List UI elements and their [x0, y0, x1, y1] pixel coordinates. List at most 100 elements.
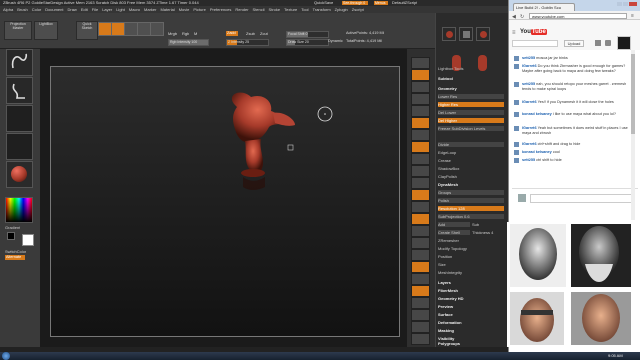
secondary-color-swatch[interactable] — [7, 232, 15, 240]
tray-shadowbox[interactable]: ShadowBox — [438, 166, 504, 171]
menus-button[interactable]: Menus — [374, 1, 388, 5]
rgb-intensity-slider[interactable]: Rgb Intensity 100 — [168, 39, 209, 46]
tray-position[interactable]: Position — [438, 254, 504, 259]
tray-dynamesh[interactable]: DynaMesh — [438, 182, 504, 187]
stroke-thumbnail[interactable] — [6, 77, 33, 104]
tray-clay-polish[interactable]: ClayPolish — [438, 174, 504, 179]
tray-geometry-hd[interactable]: Geometry HD — [438, 296, 504, 301]
tray-size[interactable]: Size — [438, 262, 504, 267]
right-shelf-icon-5[interactable] — [411, 105, 430, 117]
right-shelf-icon-19[interactable] — [411, 273, 430, 285]
tray-create-shell[interactable]: Create Shell — [438, 230, 470, 235]
tray-deformation[interactable]: Deformation — [438, 320, 504, 325]
chat-author[interactable]: sett255 — [522, 56, 535, 60]
switch-color-button[interactable]: SwitchColor — [5, 249, 26, 254]
alpha-thumbnail[interactable] — [6, 105, 33, 132]
tray-surface[interactable]: Surface — [438, 312, 504, 317]
tray-edge-loop[interactable]: EdgeLoop — [438, 150, 504, 155]
menu-texture[interactable]: Texture — [284, 6, 297, 13]
menu-preferences[interactable]: Preferences — [210, 6, 232, 13]
tray-layers[interactable]: Layers — [438, 280, 504, 285]
draw-icon[interactable] — [111, 22, 125, 36]
tool-thumb-4[interactable] — [450, 53, 463, 75]
chat-author[interactable]: IGarret6 — [522, 126, 537, 130]
avatar[interactable] — [617, 36, 631, 50]
right-shelf-icon-14[interactable] — [411, 213, 430, 225]
menu-stencil[interactable]: Stencil — [253, 6, 265, 13]
right-shelf-icon-13[interactable] — [411, 201, 430, 213]
right-shelf-icon-3[interactable] — [411, 81, 430, 93]
tray-lower-res[interactable]: Lower Res — [438, 94, 504, 99]
tool-thumb-3[interactable] — [476, 27, 490, 41]
chat-author[interactable]: konrad kelsaney — [522, 150, 552, 154]
tray-fibermesh[interactable]: FiberMesh — [438, 288, 504, 293]
rotate-icon[interactable] — [150, 22, 164, 36]
guide-menu-icon[interactable]: ≡ — [512, 30, 516, 36]
tray-del-higher[interactable]: Del Higher — [438, 118, 504, 123]
tray-add[interactable]: Add — [438, 222, 470, 227]
chat-author[interactable]: sett255 — [522, 158, 535, 162]
right-shelf-icon-18[interactable] — [411, 261, 430, 273]
tray-polygroups[interactable]: Polygroups — [438, 341, 504, 346]
rgb-toggle[interactable]: Rgb — [182, 31, 189, 36]
mrgb-toggle[interactable]: Mrgb — [168, 31, 177, 36]
right-shelf-icon-10[interactable] — [411, 165, 430, 177]
menu-icon[interactable]: ≡ — [631, 13, 634, 19]
chat-author[interactable]: IGarret6 — [522, 100, 537, 104]
tray-resolution[interactable]: Resolution 128 — [438, 206, 504, 211]
draw-size-slider[interactable]: Draw Size 20 — [286, 39, 329, 46]
menu-file[interactable]: File — [92, 6, 98, 13]
tray-lightbox-tools[interactable]: Lightbox Tools — [438, 66, 504, 71]
zsub-toggle[interactable]: Zsub — [246, 31, 255, 36]
tray-preview[interactable]: Preview — [438, 304, 504, 309]
menu-layer[interactable]: Layer — [102, 6, 112, 13]
tray-freeze-subdiv[interactable]: Freeze SubDivision Levels — [438, 126, 504, 131]
youtube-search-input[interactable] — [512, 40, 558, 47]
right-shelf-icon-6[interactable] — [411, 117, 430, 129]
menu-tool[interactable]: Tool — [301, 6, 308, 13]
edit-icon[interactable] — [98, 22, 112, 36]
m-toggle[interactable]: M — [194, 31, 197, 36]
tray-del-lower[interactable]: Del Lower — [438, 110, 504, 115]
menu-brush[interactable]: Brush — [17, 6, 27, 13]
minimize-icon[interactable] — [617, 2, 622, 6]
tray-meshintegrity[interactable]: MeshIntegrity — [438, 270, 504, 275]
see-through-slider[interactable]: See-through 0 — [342, 1, 368, 5]
right-shelf-icon-9[interactable] — [411, 153, 430, 165]
menu-macro[interactable]: Macro — [129, 6, 140, 13]
standard-brush-thumbnail[interactable] — [6, 49, 33, 76]
gradient-label[interactable]: Gradient — [5, 225, 20, 230]
right-shelf-icon-8[interactable] — [411, 141, 430, 153]
material-thumbnail[interactable] — [6, 161, 33, 188]
tool-thumb-1[interactable] — [442, 27, 456, 41]
youtube-logo[interactable]: YouTube — [520, 29, 547, 38]
right-shelf-icon-15[interactable] — [411, 225, 430, 237]
dynamic-toggle[interactable]: Dynamic — [328, 39, 343, 43]
menu-alpha[interactable]: Alpha — [3, 6, 13, 13]
focal-shift-slider[interactable]: Focal Shift 0 — [286, 31, 329, 38]
upload-button[interactable]: Upload — [564, 40, 584, 47]
right-shelf-icon-20[interactable] — [411, 285, 430, 297]
lightbox-button[interactable]: LightBox — [34, 21, 58, 40]
browser-tab[interactable]: Live Build 2! - Goblin Scu — [513, 3, 575, 11]
tray-masking[interactable]: Masking — [438, 328, 504, 333]
tool-thumb-2[interactable] — [459, 27, 473, 41]
quick-sketch-button[interactable]: Quick Sketch — [76, 21, 98, 40]
menu-movie[interactable]: Movie — [179, 6, 190, 13]
tray-sub-projection[interactable]: SubProjection 0.6 — [438, 214, 504, 219]
menu-transform[interactable]: Transform — [313, 6, 331, 13]
zcut-toggle[interactable]: Zcut — [260, 31, 268, 36]
tray-zremesher[interactable]: ZRemesher — [438, 238, 504, 243]
right-shelf-icon-21[interactable] — [411, 297, 430, 309]
right-shelf-icon-22[interactable] — [411, 309, 430, 321]
zadd-toggle[interactable]: Zadd — [226, 31, 238, 36]
right-shelf-icon-24[interactable] — [411, 333, 430, 345]
menu-render[interactable]: Render — [235, 6, 248, 13]
menu-picture[interactable]: Picture — [193, 6, 205, 13]
right-shelf-icon-23[interactable] — [411, 321, 430, 333]
chat-author[interactable]: IGarret6 — [522, 64, 537, 68]
tray-subtool[interactable]: Subtool — [438, 76, 504, 81]
chat-author[interactable]: sett255 — [522, 82, 535, 86]
apps-icon[interactable] — [595, 40, 601, 46]
right-shelf-icon-17[interactable] — [411, 249, 430, 261]
